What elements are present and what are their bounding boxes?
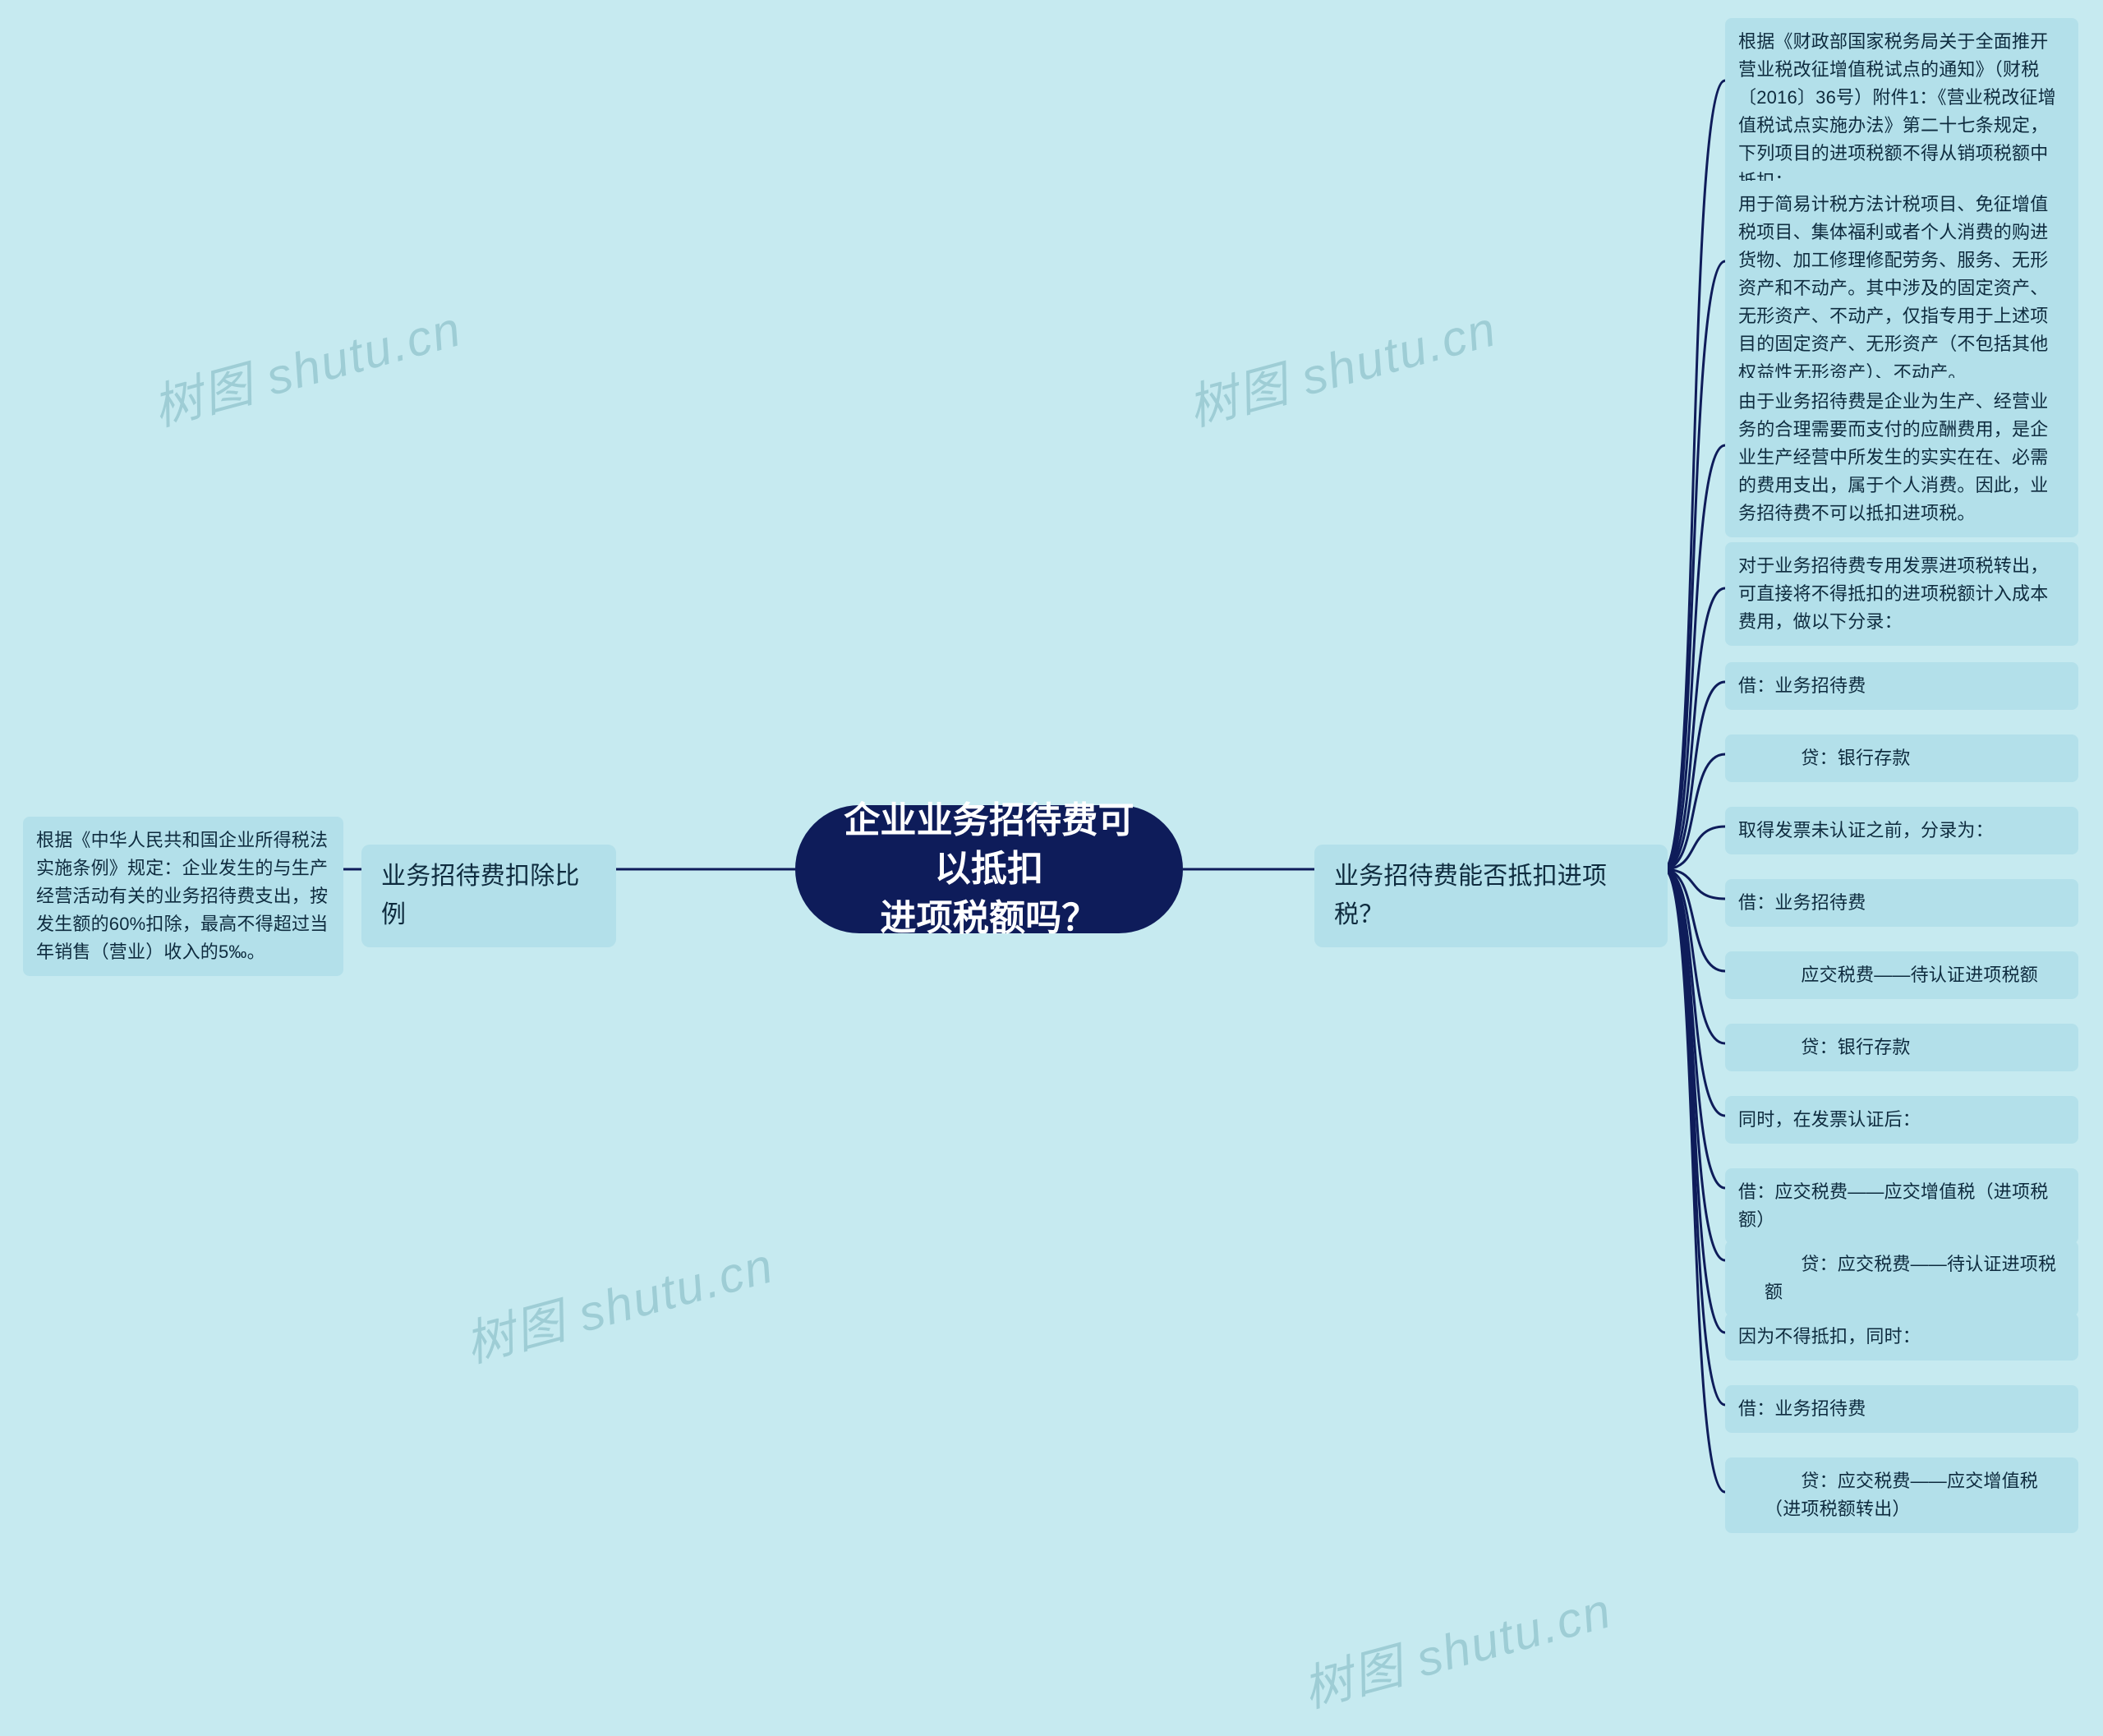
right-item-text: 对于业务招待费专用发票进项税转出，可直接将不得抵扣的进项税额计入成本费用，做以下… [1738,555,2048,632]
right-item-2[interactable]: 用于简易计税方法计税项目、免征增值税项目、集体福利或者个人消费的购进货物、加工修… [1725,181,2078,397]
right-item-15[interactable]: 借：业务招待费 [1725,1385,2078,1433]
right-item-text: 贷：应交税费——应交增值税（进项税额转出） [1765,1471,2038,1519]
watermark-text: 树图 shutu.cn [456,1226,780,1377]
right-item-text: 借：业务招待费 [1738,892,1866,913]
right-item-text: 贷：银行存款 [1765,1037,1911,1057]
left-leaf-text: 根据《中华人民共和国企业所得税法实施条例》规定：企业发生的与生产经营活动有关的业… [36,830,328,962]
right-item-text: 由于业务招待费是企业为生产、经营业务的合理需要而支付的应酬费用，是企业生产经营中… [1738,391,2048,523]
watermark-text: 树图 shutu.cn [1179,289,1503,440]
right-item-3[interactable]: 由于业务招待费是企业为生产、经营业务的合理需要而支付的应酬费用，是企业生产经营中… [1725,378,2078,537]
right-item-8[interactable]: 借：业务招待费 [1725,879,2078,927]
right-item-12[interactable]: 借：应交税费——应交增值税（进项税额） [1725,1168,2078,1244]
center-title-line1: 企业业务招待费可以抵扣 [844,800,1134,889]
right-item-text: 因为不得抵扣，同时： [1738,1326,1921,1347]
right-branch-label: 业务招待费能否抵扣进项税？ [1334,863,1607,928]
right-item-4[interactable]: 对于业务招待费专用发票进项税转出，可直接将不得抵扣的进项税额计入成本费用，做以下… [1725,542,2078,646]
watermark-text: 树图 shutu.cn [1294,1571,1618,1722]
right-item-text: 借：业务招待费 [1738,1398,1866,1419]
right-item-text: 用于简易计税方法计税项目、免征增值税项目、集体福利或者个人消费的购进货物、加工修… [1738,194,2048,383]
center-title: 企业业务招待费可以抵扣 进项税额吗？ [828,796,1150,942]
right-item-10[interactable]: 贷：银行存款 [1725,1024,2078,1071]
right-branch-node[interactable]: 业务招待费能否抵扣进项税？ [1314,845,1668,947]
right-item-11[interactable]: 同时，在发票认证后： [1725,1096,2078,1144]
left-branch-node[interactable]: 业务招待费扣除比例 [361,845,616,947]
right-item-text: 同时，在发票认证后： [1738,1109,1921,1130]
right-item-14[interactable]: 因为不得抵扣，同时： [1725,1313,2078,1361]
center-node[interactable]: 企业业务招待费可以抵扣 进项税额吗？ [795,805,1183,933]
watermark-text: 树图 shutu.cn [144,289,468,440]
center-title-line2: 进项税额吗？ [880,898,1098,938]
right-item-7[interactable]: 取得发票未认证之前，分录为： [1725,807,2078,854]
right-item-text: 应交税费——待认证进项税额 [1765,965,2038,985]
right-item-13[interactable]: 贷：应交税费——待认证进项税额 [1725,1241,2078,1316]
right-item-text: 贷：应交税费——待认证进项税额 [1765,1254,2056,1302]
right-item-text: 根据《财政部国家税务局关于全面推开营业税改征增值税试点的通知》（财税〔2016〕… [1738,31,2056,191]
right-item-text: 借：业务招待费 [1738,675,1866,696]
mindmap-canvas: 企业业务招待费可以抵扣 进项税额吗？ 业务招待费扣除比例 根据《中华人民共和国企… [0,0,2103,1736]
right-item-text: 取得发票未认证之前，分录为： [1738,820,1994,840]
left-leaf-node[interactable]: 根据《中华人民共和国企业所得税法实施条例》规定：企业发生的与生产经营活动有关的业… [23,817,343,976]
right-item-text: 借：应交税费——应交增值税（进项税额） [1738,1181,2048,1230]
right-item-5[interactable]: 借：业务招待费 [1725,662,2078,710]
right-item-6[interactable]: 贷：银行存款 [1725,734,2078,782]
left-branch-label: 业务招待费扣除比例 [381,863,580,928]
right-item-16[interactable]: 贷：应交税费——应交增值税（进项税额转出） [1725,1457,2078,1533]
right-item-9[interactable]: 应交税费——待认证进项税额 [1725,951,2078,999]
right-item-1[interactable]: 根据《财政部国家税务局关于全面推开营业税改征增值税试点的通知》（财税〔2016〕… [1725,18,2078,206]
right-item-text: 贷：银行存款 [1765,748,1911,768]
